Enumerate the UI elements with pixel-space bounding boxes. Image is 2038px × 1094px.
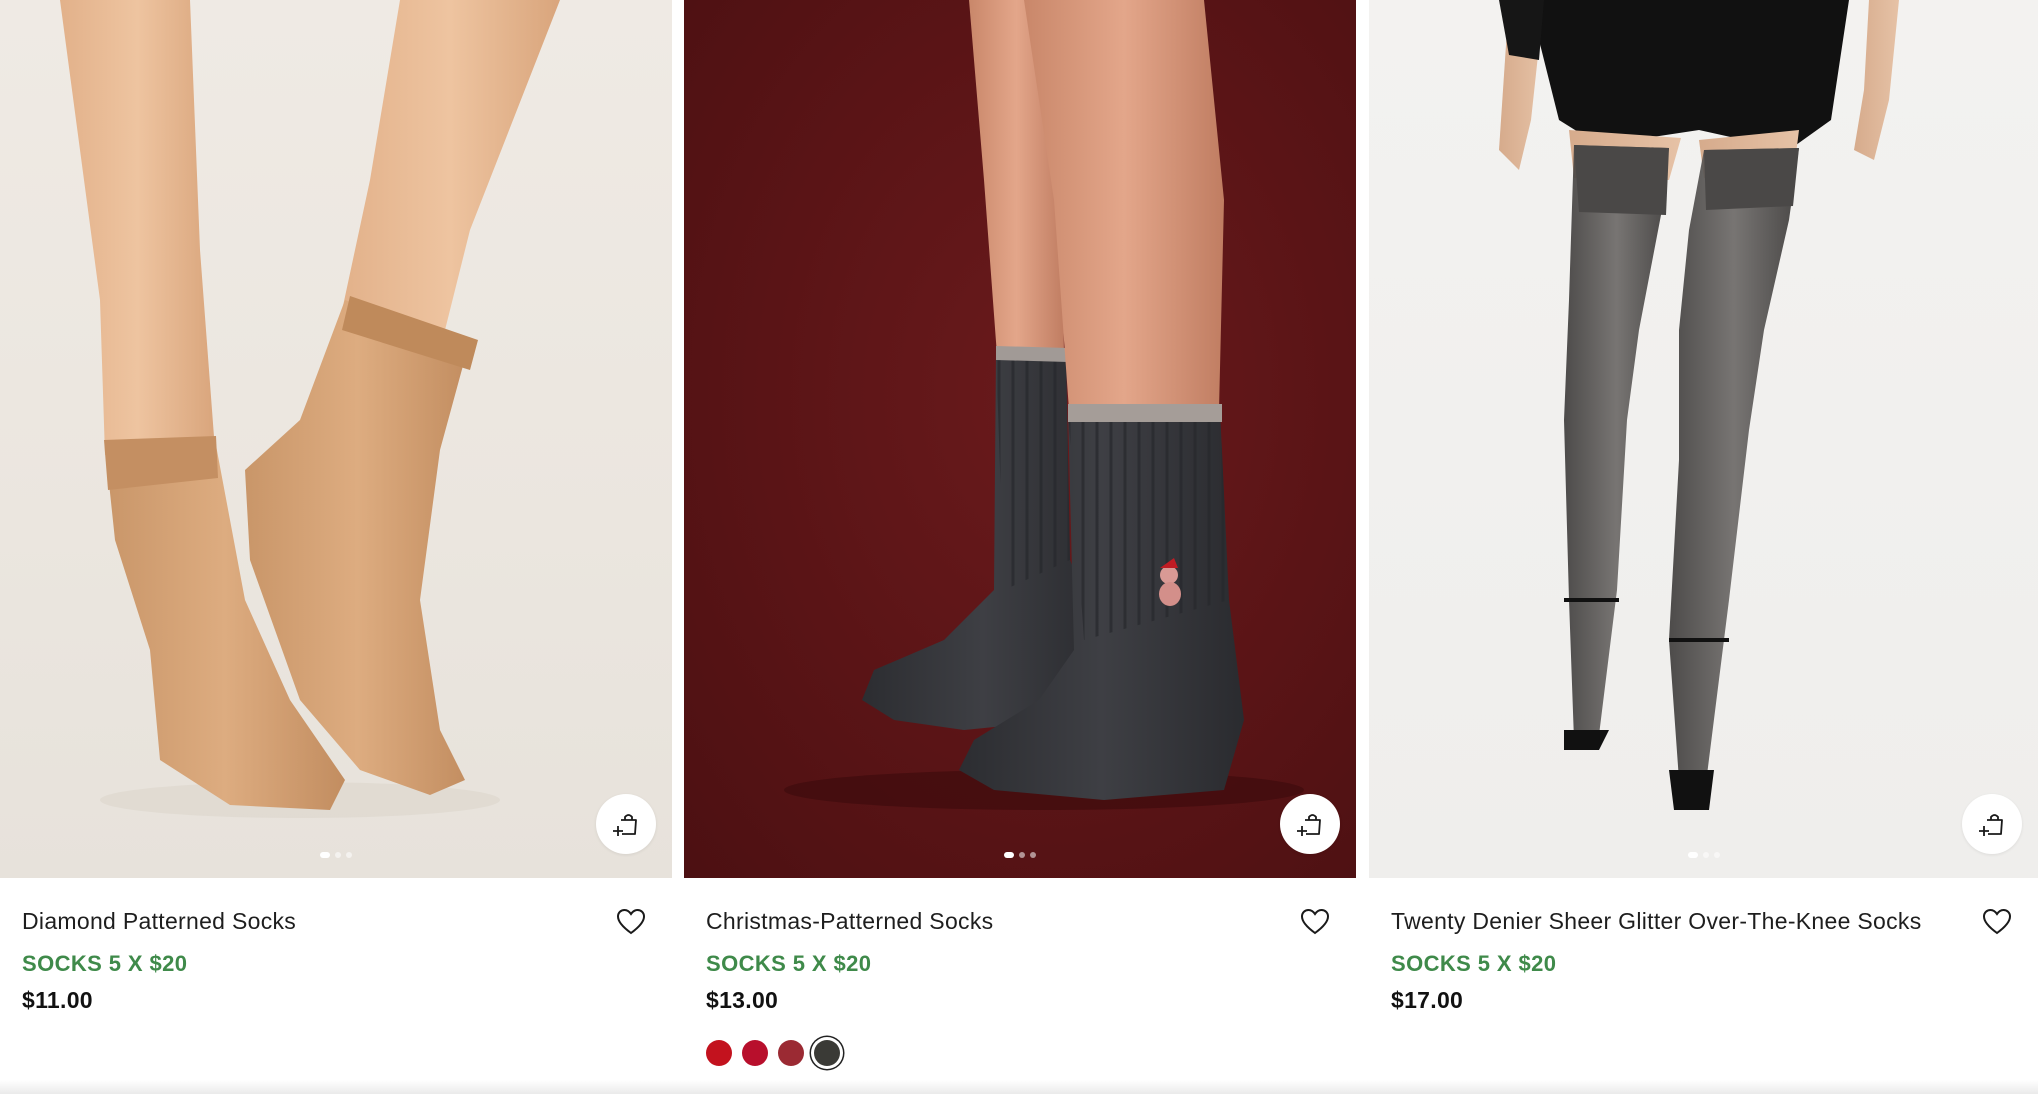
pagination-dot[interactable] (346, 852, 352, 858)
color-swatch-crimson[interactable] (742, 1040, 768, 1066)
pagination-dot[interactable] (1687, 852, 1698, 858)
product-grid: Diamond Patterned Socks SOCKS 5 X $20 $1… (0, 0, 2038, 1094)
heart-icon[interactable] (1300, 908, 1330, 936)
product-price: $11.00 (22, 987, 93, 1013)
product-card[interactable]: Diamond Patterned Socks SOCKS 5 X $20 $1… (0, 0, 672, 1094)
product-info: Twenty Denier Sheer Glitter Over-The-Kne… (1369, 878, 2038, 1014)
quick-add-button[interactable] (596, 794, 656, 854)
image-pagination[interactable] (1687, 852, 1720, 858)
bag-plus-icon (1979, 814, 2003, 836)
product-photo-legs (60, 0, 560, 818)
color-swatch-burgundy[interactable] (778, 1040, 804, 1066)
product-image[interactable] (0, 0, 672, 878)
pagination-dot[interactable] (1713, 852, 1720, 858)
pagination-dot[interactable] (335, 852, 341, 858)
bottom-fade (0, 1080, 2038, 1094)
promo-label: SOCKS 5 X $20 (22, 951, 188, 976)
bag-plus-icon (1297, 814, 1321, 836)
product-card[interactable]: Christmas-Patterned Socks SOCKS 5 X $20 … (684, 0, 1356, 1094)
quick-add-button[interactable] (1962, 794, 2022, 854)
product-price: $17.00 (1391, 987, 1464, 1013)
product-price: $13.00 (706, 987, 779, 1013)
product-photo-legs (1499, 0, 1899, 810)
pagination-dot[interactable] (1004, 852, 1014, 858)
heart-icon[interactable] (616, 908, 646, 936)
product-card[interactable]: Twenty Denier Sheer Glitter Over-The-Kne… (1369, 0, 2038, 1094)
pagination-dot[interactable] (1030, 852, 1036, 858)
pagination-dot[interactable] (1702, 852, 1709, 858)
product-name[interactable]: Christmas-Patterned Socks (706, 905, 1246, 938)
color-swatch-charcoal[interactable] (814, 1040, 840, 1066)
image-pagination[interactable] (1004, 852, 1036, 858)
product-image[interactable] (1369, 0, 2038, 878)
product-info: Diamond Patterned Socks SOCKS 5 X $20 $1… (0, 878, 672, 1014)
color-swatch-red[interactable] (706, 1040, 732, 1066)
product-image[interactable] (684, 0, 1356, 878)
heart-icon[interactable] (1982, 908, 2012, 936)
product-info: Christmas-Patterned Socks SOCKS 5 X $20 … (684, 878, 1356, 1066)
bag-plus-icon (613, 814, 637, 836)
product-name[interactable]: Diamond Patterned Socks (22, 905, 562, 938)
promo-label: SOCKS 5 X $20 (1391, 951, 1557, 976)
product-photo-legs (784, 0, 1304, 810)
promo-label: SOCKS 5 X $20 (706, 951, 872, 976)
color-swatches (706, 1040, 1334, 1066)
image-pagination[interactable] (320, 852, 352, 858)
pagination-dot[interactable] (320, 852, 330, 858)
quick-add-button[interactable] (1280, 794, 1340, 854)
product-name[interactable]: Twenty Denier Sheer Glitter Over-The-Kne… (1391, 905, 1931, 938)
pagination-dot[interactable] (1019, 852, 1025, 858)
